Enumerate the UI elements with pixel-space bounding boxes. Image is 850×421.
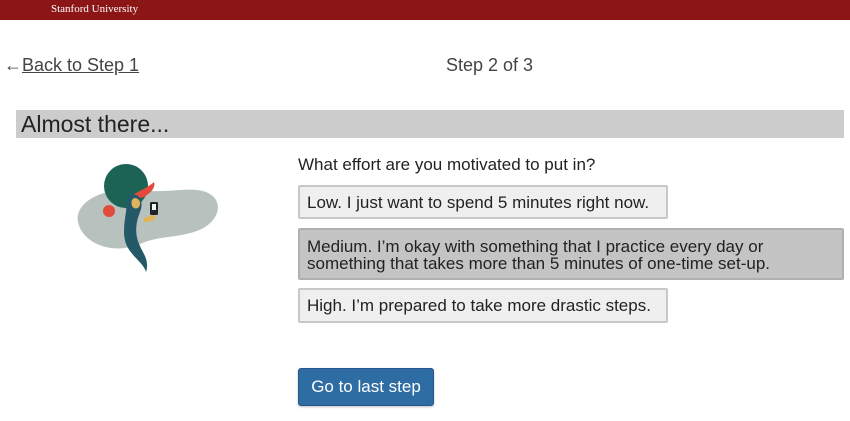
step-indicator: Step 2 of 3 [446, 55, 534, 75]
option-description: I just want to spend 5 minutes right now… [341, 193, 650, 212]
section-title: Almost there... [16, 110, 844, 138]
option-description: I’m prepared to take more drastic steps. [346, 296, 651, 315]
back-link-label: Back to Step 1 [22, 55, 140, 75]
question-text: What effort are you motivated to put in? [298, 155, 596, 174]
effort-option-low[interactable]: Low. I just want to spend 5 minutes righ… [298, 185, 668, 219]
back-arrow-icon: ← [4, 55, 22, 75]
top-banner: Stanford University [0, 0, 850, 20]
option-description: I’m okay with something that I practice … [307, 237, 771, 273]
option-title: High. [307, 296, 347, 315]
option-title: Low. [307, 193, 342, 212]
person-with-phone-illustration [77, 164, 218, 272]
effort-option-high[interactable]: High. I’m prepared to take more drastic … [298, 288, 668, 323]
effort-option-medium[interactable]: Medium. I’m okay with something that I p… [298, 228, 844, 280]
brand-name[interactable]: Stanford University [51, 3, 138, 15]
back-to-step-1-link[interactable]: ←Back to Step 1 [4, 55, 139, 76]
go-to-last-step-button[interactable]: Go to last step [298, 368, 434, 406]
